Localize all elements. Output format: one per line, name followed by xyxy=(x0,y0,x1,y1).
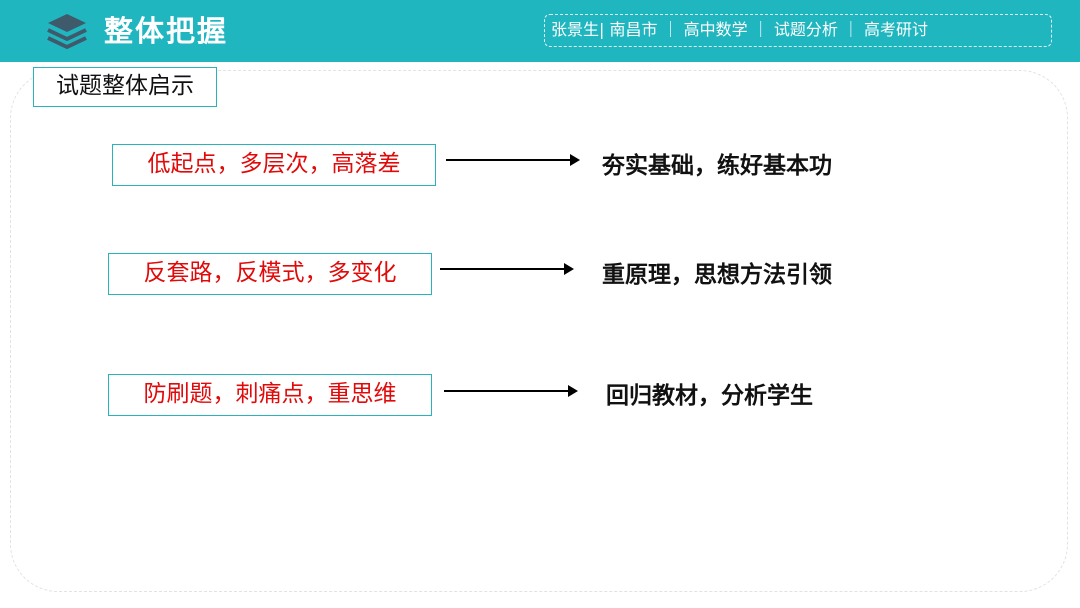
row-2-arrow xyxy=(440,263,574,275)
section-label: 试题整体启示 xyxy=(33,67,217,107)
row-2-principle: 反套路，反模式，多变化 xyxy=(108,253,432,295)
row-2-outcome: 重原理，思想方法引领 xyxy=(602,262,832,288)
row-3-outcome: 回归教材，分析学生 xyxy=(606,383,813,409)
header-bar: 整体把握 张景生| 南昌市 ｜ 高中数学 ｜ 试题分析 ｜ 高考研讨 xyxy=(0,0,1080,62)
page-title: 整体把握 xyxy=(104,14,229,48)
row-3-principle: 防刷题，刺痛点，重思维 xyxy=(108,374,432,416)
row-1-arrow xyxy=(446,154,580,166)
row-1-outcome: 夯实基础，练好基本功 xyxy=(602,153,832,179)
layers-icon xyxy=(47,14,87,49)
row-1-principle: 低起点，多层次，高落差 xyxy=(112,144,436,186)
row-3-arrow xyxy=(444,385,578,397)
author-info: 张景生| 南昌市 ｜ 高中数学 ｜ 试题分析 ｜ 高考研讨 xyxy=(544,14,1052,47)
